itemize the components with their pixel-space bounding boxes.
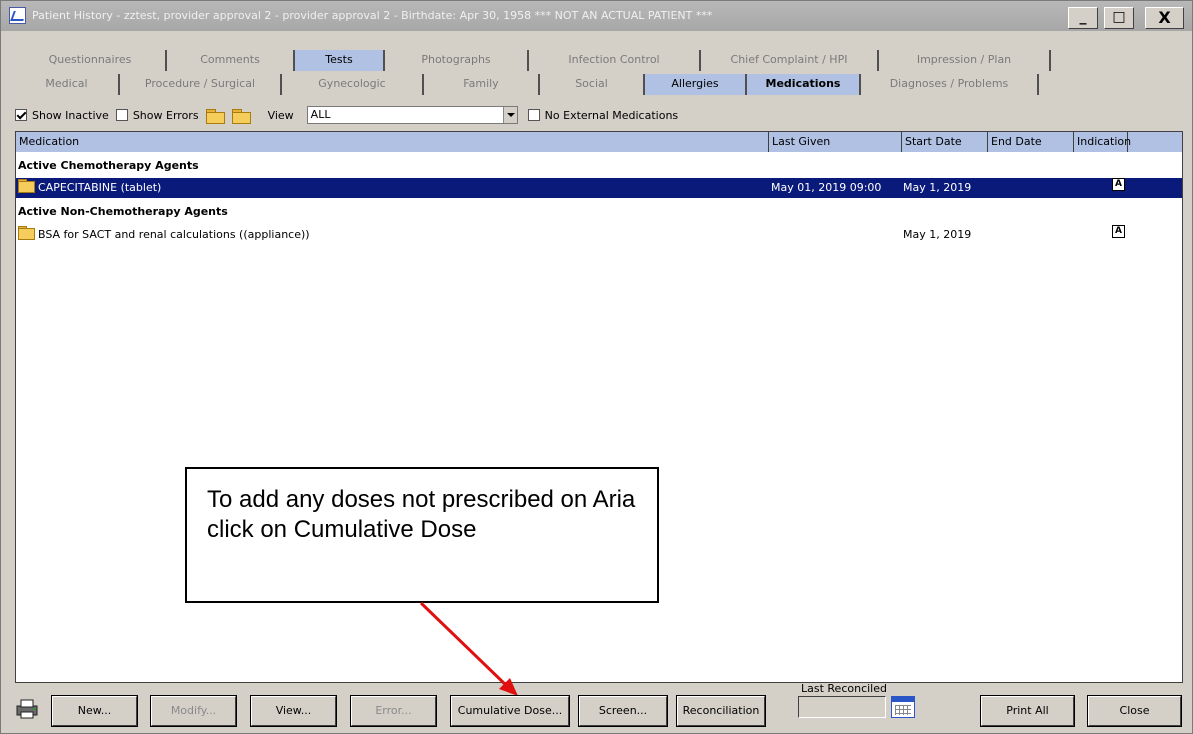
tab-gynecologic[interactable]: Gynecologic [282,74,424,95]
no-external-label: No External Medications [544,108,679,122]
cumulative-dose-button[interactable]: Cumulative Dose... [450,695,570,727]
tab-chief-complaint[interactable]: Chief Complaint / HPI [701,50,879,71]
medication-name: BSA for SACT and renal calculations ((ap… [38,228,310,241]
column-indication[interactable]: Indication [1074,132,1131,152]
last-reconciled-label: Last Reconciled [801,682,887,695]
print-all-button[interactable]: Print All [980,695,1075,727]
filter-toolbar: Show Inactive Show Errors View ALL No Ex… [15,105,1183,125]
view-select[interactable]: ALL [306,106,518,124]
tab-allergies[interactable]: Allergies [645,74,747,95]
new-button[interactable]: New... [51,695,138,727]
calendar-icon[interactable] [891,696,915,718]
indication-icon[interactable]: A [1112,178,1125,191]
tab-photographs[interactable]: Photographs [385,50,529,71]
close-window-button[interactable]: X [1145,7,1184,29]
close-button[interactable]: Close [1087,695,1182,727]
column-end-date[interactable]: End Date [988,132,1074,152]
tab-procedure-surgical[interactable]: Procedure / Surgical [120,74,282,95]
indication-icon[interactable]: A [1112,225,1125,238]
patient-history-window: Patient History - zztest, provider appro… [0,0,1193,734]
start-date: May 1, 2019 [903,228,972,241]
view-button[interactable]: View... [250,695,337,727]
tab-infection-control[interactable]: Infection Control [529,50,701,71]
last-given: May 01, 2019 09:00 [771,181,882,194]
table-row[interactable]: CAPECITABINE (tablet) May 01, 2019 09:00… [16,178,1182,198]
start-date: May 1, 2019 [903,181,972,194]
group-header: Active Chemotherapy Agents [18,159,199,172]
tab-comments[interactable]: Comments [167,50,295,71]
tab-tests[interactable]: Tests [295,50,385,71]
table-row[interactable]: BSA for SACT and renal calculations ((ap… [16,225,1182,245]
reconciliation-button[interactable]: Reconciliation [676,695,766,727]
column-last-given[interactable]: Last Given [769,132,902,152]
title-bar[interactable]: Patient History - zztest, provider appro… [1,1,1192,31]
grid-header: Medication Last Given Start Date End Dat… [16,132,1182,152]
column-start-date[interactable]: Start Date [902,132,988,152]
show-errors-label: Show Errors [132,108,199,122]
no-external-checkbox[interactable] [527,109,540,121]
folder-icon [18,178,36,193]
medication-name: CAPECITABINE (tablet) [38,181,162,194]
window-title: Patient History - zztest, provider appro… [32,9,713,22]
minimize-button[interactable]: _ [1068,7,1098,29]
group-header: Active Non-Chemotherapy Agents [18,205,228,218]
closed-folder-icon[interactable] [231,108,252,124]
show-inactive-label: Show Inactive [32,108,109,122]
last-reconciled-field[interactable] [798,696,886,718]
view-select-value: ALL [310,108,331,121]
app-icon [9,7,26,24]
column-medication[interactable]: Medication [16,132,769,152]
tab-medical[interactable]: Medical [15,74,120,95]
tab-diagnoses-problems[interactable]: Diagnoses / Problems [861,74,1039,95]
tab-row-1: Questionnaires Comments Tests Photograph… [15,50,1183,71]
tab-row-2: Medical Procedure / Surgical Gynecologic… [15,74,1183,95]
view-label: View [267,108,294,122]
maximize-button[interactable]: □ [1104,7,1134,29]
show-errors-checkbox[interactable] [115,109,128,121]
annotation-callout: To add any doses not prescribed on Aria … [185,467,659,603]
tab-impression-plan[interactable]: Impression / Plan [879,50,1051,71]
screen-button[interactable]: Screen... [578,695,668,727]
open-folder-icon[interactable] [205,108,226,124]
folder-icon [18,225,36,240]
tab-medications[interactable]: Medications [747,74,861,95]
show-inactive-checkbox[interactable] [15,109,27,121]
chevron-down-icon[interactable] [502,107,517,123]
tab-social[interactable]: Social [540,74,645,95]
tab-questionnaires[interactable]: Questionnaires [15,50,167,71]
error-button[interactable]: Error... [350,695,437,727]
tab-family[interactable]: Family [424,74,540,95]
printer-icon[interactable] [15,697,39,721]
modify-button[interactable]: Modify... [150,695,237,727]
